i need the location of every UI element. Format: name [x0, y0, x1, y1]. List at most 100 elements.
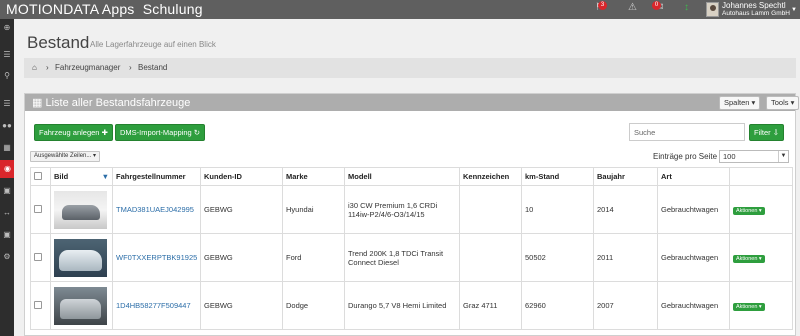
- notification-badge: 3: [598, 1, 607, 10]
- dms-import-mapping-button[interactable]: DMS-Import-Mapping ↻: [115, 124, 206, 141]
- actions-button[interactable]: Aktionen ▾: [733, 254, 765, 263]
- column-header[interactable]: Kennzeichen: [459, 167, 522, 186]
- km-cell: 10: [521, 185, 594, 234]
- table-row[interactable]: WF0TXXERPTBK91925 GEBWG Ford Trend 200K …: [30, 233, 793, 282]
- vehicle-thumbnail[interactable]: [54, 238, 107, 277]
- selected-rows-dropdown[interactable]: Ausgewählte Zeilen... ▾: [30, 151, 101, 162]
- vin-link[interactable]: 1D4HB58277F509447: [112, 281, 201, 330]
- vehicle-table: Bild ▼ Fahrgestellnummer Kunden-ID Marke…: [30, 167, 793, 330]
- plate-cell: [459, 185, 522, 234]
- column-header[interactable]: Marke: [282, 167, 345, 186]
- plate-cell: [459, 233, 522, 282]
- row-checkbox[interactable]: [34, 300, 42, 309]
- list-icon: ▦: [32, 97, 43, 109]
- model-cell: Durango 5,7 V8 Hemi Limited: [344, 281, 460, 330]
- page-title: Bestand: [27, 33, 90, 52]
- panel-header: ▦ Liste aller Bestandsfahrzeuge Spalten …: [25, 94, 800, 111]
- panel-title: ▦ Liste aller Bestandsfahrzeuge: [32, 96, 190, 109]
- row-select-cell: [30, 281, 51, 330]
- brand-cell: Ford: [282, 233, 345, 282]
- list-icon[interactable]: ☰: [0, 95, 14, 113]
- columns-button[interactable]: Spalten ▾: [719, 96, 761, 110]
- vehicle-thumbnail[interactable]: [54, 286, 107, 325]
- sidebar: ⊕ ☰ ⚲ ☰ ●● ▦ ◉ ▣ ↔ ▣ ⚙: [0, 19, 15, 336]
- calendar-icon[interactable]: ▣: [0, 182, 14, 200]
- filter-button[interactable]: Filter ⇩: [749, 124, 785, 141]
- vehicle-image-cell: [50, 185, 113, 234]
- users-icon[interactable]: ●●: [0, 117, 14, 135]
- column-header[interactable]: km-Stand: [521, 167, 594, 186]
- arrows-icon[interactable]: ↔: [0, 204, 14, 222]
- customer-id-cell: GEBWG: [200, 281, 283, 330]
- type-cell: Gebrauchtwagen: [657, 233, 730, 282]
- column-header[interactable]: Modell: [344, 167, 460, 186]
- search-input[interactable]: [629, 123, 745, 141]
- model-cell: Trend 200K 1,8 TDCi Transit Connect Dies…: [344, 233, 460, 282]
- settings-icon[interactable]: ⚙: [0, 248, 14, 266]
- inventory-panel: ▦ Liste aller Bestandsfahrzeuge Spalten …: [24, 93, 800, 336]
- column-header[interactable]: Fahrgestellnummer: [112, 167, 201, 186]
- actions-button[interactable]: Aktionen ▾: [733, 206, 765, 215]
- refresh-icon: ↻: [193, 128, 201, 137]
- year-cell: 2011: [593, 233, 658, 282]
- row-checkbox[interactable]: [34, 204, 42, 213]
- user-menu[interactable]: Johannes Spechtl Autohaus Lamm GmbH ▼: [706, 1, 800, 18]
- plus-icon: ✚: [101, 128, 108, 137]
- home-icon[interactable]: ⌂: [32, 63, 37, 72]
- breadcrumb-fahrzeugmanager[interactable]: Fahrzeugmanager: [55, 63, 120, 72]
- table-row[interactable]: 1D4HB58277F509447 GEBWG Dodge Durango 5,…: [30, 281, 793, 330]
- breadcrumb-separator-icon: ›: [46, 63, 49, 72]
- chevron-down-icon: ▾: [790, 98, 795, 107]
- actions-cell: Aktionen ▾: [729, 233, 793, 282]
- row-select-cell: [30, 185, 51, 234]
- sort-arrows-icon[interactable]: ↕: [684, 2, 689, 13]
- plus-circle-icon[interactable]: ⊕: [0, 19, 14, 37]
- table-row[interactable]: TMAD381UAEJ042995 GEBWG Hyundai i30 CW P…: [30, 185, 793, 234]
- model-cell: i30 CW Premium 1,6 CRDi 114iw-P2/4/6-O3/…: [344, 185, 460, 234]
- chevron-down-icon: ▾: [751, 98, 756, 107]
- app-name: MOTIONDATA Apps: [6, 1, 135, 17]
- type-cell: Gebrauchtwagen: [657, 185, 730, 234]
- column-header[interactable]: Kunden-ID: [200, 167, 283, 186]
- vin-link[interactable]: WF0TXXERPTBK91925: [112, 233, 201, 282]
- grid-icon[interactable]: ▦: [0, 139, 14, 157]
- column-header[interactable]: Bild ▼: [50, 167, 113, 186]
- brand-cell: Dodge: [282, 281, 345, 330]
- column-header[interactable]: Baujahr: [593, 167, 658, 186]
- year-cell: 2007: [593, 281, 658, 330]
- search-icon[interactable]: ⚲: [0, 67, 14, 85]
- breadcrumb-bestand: Bestand: [138, 63, 168, 72]
- main-content: Bestand Alle Lagerfahrzeuge auf einen Bl…: [14, 19, 800, 336]
- row-checkbox[interactable]: [34, 252, 42, 261]
- message-badge: 0: [652, 1, 661, 10]
- vehicle-image-cell: [50, 233, 113, 282]
- entries-per-page-select[interactable]: 100 ▼: [719, 150, 789, 163]
- breadcrumb: ⌂ › Fahrzeugmanager › Bestand: [24, 58, 796, 78]
- actions-button[interactable]: Aktionen ▾: [733, 302, 765, 311]
- filter-icon: ⇩: [772, 128, 780, 137]
- menu-icon[interactable]: ☰: [0, 46, 14, 64]
- year-cell: 2014: [593, 185, 658, 234]
- actions-cell: Aktionen ▾: [729, 185, 793, 234]
- add-vehicle-button[interactable]: Fahrzeug anlegen ✚: [34, 124, 113, 141]
- app-title: MOTIONDATA Apps Schulung: [6, 1, 203, 17]
- vehicle-thumbnail[interactable]: [54, 190, 107, 229]
- plate-cell: Graz 4711: [459, 281, 522, 330]
- chevron-down-icon: ▼: [778, 151, 788, 162]
- km-cell: 50502: [521, 233, 594, 282]
- entries-per-page-label: Einträge pro Seite: [653, 152, 718, 161]
- image-icon[interactable]: ▣: [0, 226, 14, 244]
- km-cell: 62960: [521, 281, 594, 330]
- vin-link[interactable]: TMAD381UAEJ042995: [112, 185, 201, 234]
- tools-button[interactable]: Tools ▾: [766, 96, 800, 110]
- app-subtitle: Schulung: [142, 1, 203, 17]
- car-icon[interactable]: ◉: [0, 160, 15, 178]
- warning-icon[interactable]: ⚠: [628, 2, 637, 13]
- brand-cell: Hyundai: [282, 185, 345, 234]
- table-header-row: Bild ▼ Fahrgestellnummer Kunden-ID Marke…: [30, 167, 793, 186]
- select-all-checkbox[interactable]: [34, 171, 42, 180]
- user-name: Johannes Spechtl: [722, 1, 786, 10]
- user-company: Autohaus Lamm GmbH: [722, 10, 790, 17]
- breadcrumb-separator-icon: ›: [129, 63, 132, 72]
- column-header[interactable]: Art: [657, 167, 730, 186]
